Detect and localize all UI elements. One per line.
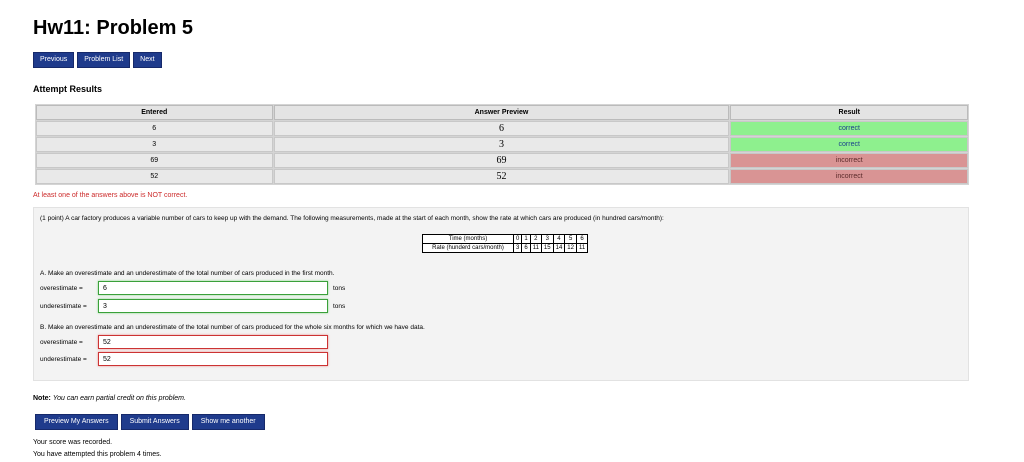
time-cell: 2 xyxy=(529,234,542,244)
incorrect-warning: At least one of the answers above is NOT… xyxy=(33,192,188,199)
partial-credit-note: Note: You can earn partial credit on thi… xyxy=(33,395,186,402)
time-cell: 6 xyxy=(575,234,589,244)
next-button[interactable]: Next xyxy=(133,52,162,68)
rate-cell: 15 xyxy=(540,243,554,253)
time-cell: 0 xyxy=(512,234,523,244)
header-entered: Entered xyxy=(36,105,273,120)
problem-intro: (1 point) A car factory produces a varia… xyxy=(40,215,664,222)
header-answer-preview: Answer Preview xyxy=(273,105,730,120)
overestimate-label: overestimate = xyxy=(40,284,83,292)
entered-cell: 6 xyxy=(36,121,273,136)
table-row: 52 52 incorrect xyxy=(36,169,968,184)
rate-cell: 3 xyxy=(512,243,523,253)
part-a-underestimate-input[interactable] xyxy=(98,299,328,313)
rate-cell: 11 xyxy=(575,243,589,253)
preview-cell: 3 xyxy=(273,137,730,152)
part-a-question: A. Make an overestimate and an underesti… xyxy=(40,270,335,277)
note-label: Note: xyxy=(33,395,51,402)
time-label: Time (months) xyxy=(422,234,514,244)
table-row: 3 3 correct xyxy=(36,137,968,152)
part-a-under-row: underestimate = tons xyxy=(40,299,345,313)
unit-label: tons xyxy=(333,284,346,292)
attempts-message: You have attempted this problem 4 times. xyxy=(33,451,162,458)
answer-actions: Preview My Answers Submit Answers Show m… xyxy=(35,414,265,430)
preview-answers-button[interactable]: Preview My Answers xyxy=(35,414,118,430)
result-cell: correct xyxy=(730,121,968,136)
result-cell: correct xyxy=(730,137,968,152)
attempt-results-heading: Attempt Results xyxy=(33,84,103,94)
previous-button[interactable]: Previous xyxy=(33,52,75,68)
preview-cell: 69 xyxy=(273,153,730,168)
entered-cell: 69 xyxy=(36,153,273,168)
preview-cell: 6 xyxy=(273,121,730,136)
part-b-under-row: underestimate = xyxy=(40,352,328,366)
time-cell: 3 xyxy=(540,234,554,244)
problem-list-button[interactable]: Problem List xyxy=(77,52,131,68)
part-b-underestimate-input[interactable] xyxy=(98,352,328,366)
rate-row: Rate (hunderd cars/month) 3 6 11 15 14 1… xyxy=(422,243,589,253)
problem-box: (1 point) A car factory produces a varia… xyxy=(33,207,969,381)
note-text: You can earn partial credit on this prob… xyxy=(52,395,186,402)
time-row: Time (months) 0 1 2 3 4 5 6 xyxy=(422,234,589,244)
part-b-question: B. Make an overestimate and an underesti… xyxy=(40,324,425,331)
unit-label: tons xyxy=(333,302,346,310)
part-b-overestimate-input[interactable] xyxy=(98,335,328,349)
rate-cell: 14 xyxy=(552,243,566,253)
show-another-button[interactable]: Show me another xyxy=(191,414,265,430)
table-row: 6 6 correct xyxy=(36,121,968,136)
submit-answers-button[interactable]: Submit Answers xyxy=(120,414,189,430)
rate-cell: 11 xyxy=(529,243,542,253)
underestimate-label: underestimate = xyxy=(40,355,87,363)
part-a-over-row: overestimate = tons xyxy=(40,281,345,295)
results-header-row: Entered Answer Preview Result xyxy=(36,105,968,120)
rate-cell: 12 xyxy=(564,243,577,253)
score-recorded-message: Your score was recorded. xyxy=(33,439,113,446)
rate-label: Rate (hunderd cars/month) xyxy=(422,243,514,253)
entered-cell: 3 xyxy=(36,137,273,152)
page-title: Hw11: Problem 5 xyxy=(33,17,194,39)
underestimate-label: underestimate = xyxy=(40,302,87,310)
header-result: Result xyxy=(730,105,968,120)
result-cell: incorrect xyxy=(730,169,968,184)
preview-cell: 52 xyxy=(273,169,730,184)
problem-nav: Previous Problem List Next xyxy=(33,52,162,68)
entered-cell: 52 xyxy=(36,169,273,184)
part-a-overestimate-input[interactable] xyxy=(98,281,328,295)
time-cell: 4 xyxy=(552,234,566,244)
overestimate-label: overestimate = xyxy=(40,338,83,346)
time-cell: 5 xyxy=(564,234,577,244)
table-row: 69 69 incorrect xyxy=(36,153,968,168)
attempt-results-table: Entered Answer Preview Result 6 6 correc… xyxy=(35,104,969,185)
rate-cell: 6 xyxy=(521,243,531,253)
rate-data-table: Time (months) 0 1 2 3 4 5 6 Rate (hunder… xyxy=(422,234,589,253)
time-cell: 1 xyxy=(521,234,531,244)
result-cell: incorrect xyxy=(730,153,968,168)
part-b-over-row: overestimate = xyxy=(40,335,328,349)
